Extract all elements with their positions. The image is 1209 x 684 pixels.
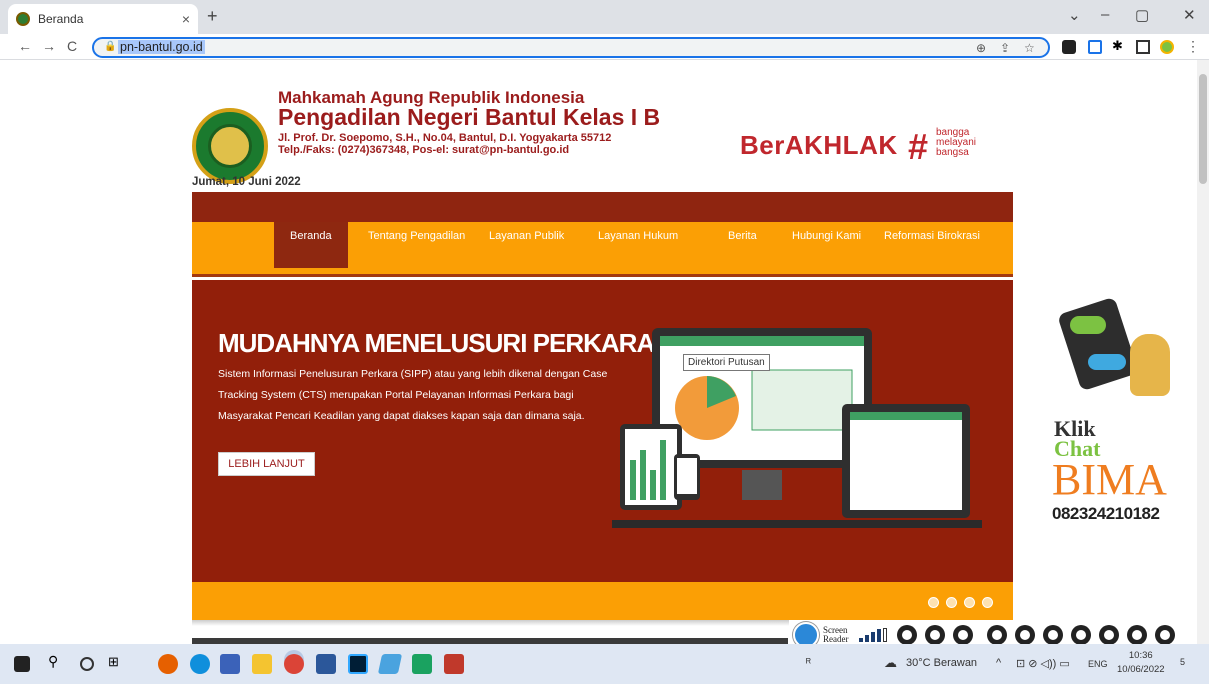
- profile-avatar[interactable]: [1160, 40, 1174, 54]
- url-field[interactable]: 🔒 pn-bantul.go.id ⊕ ⇪ ☆: [92, 37, 1050, 58]
- slider-dot-3[interactable]: [964, 597, 975, 608]
- windows-start-icon[interactable]: [14, 656, 30, 672]
- org-contact: Telp./Faks: (0274)367348, Pos-el: surat@…: [278, 144, 570, 156]
- word-icon[interactable]: [316, 654, 336, 674]
- tab-title: Beranda: [38, 12, 84, 26]
- org-address: Jl. Prof. Dr. Soepomo, S.H., No.04, Bant…: [278, 132, 612, 144]
- phone-icon: [1057, 296, 1139, 392]
- slider-footer: [192, 582, 1013, 620]
- play-icon[interactable]: [897, 625, 917, 644]
- edge-icon[interactable]: [190, 654, 210, 674]
- tray-chevron-icon[interactable]: ^: [996, 657, 1001, 669]
- chrome-icon[interactable]: [284, 654, 304, 674]
- nav-berita[interactable]: Berita: [728, 230, 757, 268]
- nav-reformasi-birokrasi[interactable]: Reformasi Birokrasi: [884, 230, 980, 268]
- font-increase-icon[interactable]: [987, 625, 1007, 644]
- chat-bima-widget[interactable]: Klik Chat BIMA 082324210182: [1048, 296, 1178, 524]
- cortana-icon[interactable]: [80, 657, 94, 671]
- bima-name: BIMA: [1052, 455, 1167, 504]
- sidepanel-icon[interactable]: [1136, 40, 1150, 54]
- file-explorer-icon[interactable]: [252, 654, 272, 674]
- url-text: pn-bantul.go.id: [118, 40, 205, 54]
- tagline: bangga melayani bangsa: [936, 127, 977, 158]
- invert-icon[interactable]: [1155, 625, 1175, 644]
- notification-badge[interactable]: 5: [1180, 657, 1185, 667]
- zoom-icon[interactable]: ⊕: [976, 41, 986, 55]
- slider-dot-1[interactable]: [928, 597, 939, 608]
- weather-text[interactable]: 30°C Berawan: [906, 657, 977, 669]
- app-icon[interactable]: [220, 654, 240, 674]
- tab-beranda[interactable]: Beranda ×: [8, 4, 198, 34]
- app3-icon[interactable]: [444, 654, 464, 674]
- puzzle-icon[interactable]: ✱: [1112, 38, 1126, 53]
- pause-icon[interactable]: [925, 625, 945, 644]
- webpage: Mahkamah Agung Republik Indonesia Pengad…: [0, 60, 1197, 644]
- photoshop-icon[interactable]: [348, 654, 368, 674]
- nav-beranda[interactable]: Beranda: [274, 222, 348, 268]
- share-icon[interactable]: ⇪: [1000, 41, 1010, 55]
- screen-reader-icon[interactable]: [793, 622, 819, 644]
- read-more-button[interactable]: LEBIH LANJUT: [218, 452, 315, 476]
- header-band: [192, 192, 1013, 222]
- language-indicator[interactable]: ENG: [1088, 659, 1108, 669]
- reload-button[interactable]: C: [67, 38, 77, 54]
- tray-icons[interactable]: ⊡ ⊘ ◁)) ▭: [1016, 657, 1070, 670]
- extension-icon[interactable]: [1062, 40, 1076, 54]
- nav-layanan-hukum[interactable]: Layanan Hukum: [598, 230, 678, 268]
- hero-description: Sistem Informasi Penelusuran Perkara (SI…: [218, 368, 608, 422]
- current-date: Jumat, 10 Juni 2022: [192, 176, 301, 188]
- bima-phone: 082324210182: [1052, 504, 1160, 523]
- favicon-icon: [16, 12, 30, 26]
- text-icon[interactable]: [1071, 625, 1091, 644]
- new-tab-button[interactable]: +: [207, 6, 218, 27]
- font-decrease-icon[interactable]: [1015, 625, 1035, 644]
- screen-reader-label: Screen Reader: [823, 625, 849, 644]
- stop-icon[interactable]: [953, 625, 973, 644]
- taskbar: ⚲ ⊞ ᴿ ☁ 30°C Berawan ^ ⊡ ⊘ ◁)) ▭ ENG 10:…: [0, 644, 1209, 684]
- contrast-icon[interactable]: [1099, 625, 1119, 644]
- mascot-icon: [1130, 334, 1170, 396]
- nav-hubungi-kami[interactable]: Hubungi Kami: [792, 230, 861, 268]
- search-icon[interactable]: ⚲: [48, 653, 68, 673]
- cast-icon[interactable]: [1088, 40, 1102, 54]
- font-reset-icon[interactable]: [1043, 625, 1063, 644]
- app2-icon[interactable]: [377, 654, 403, 674]
- clock[interactable]: 10:36 10/06/2022: [1117, 649, 1165, 677]
- tab-close-icon[interactable]: ×: [182, 11, 190, 27]
- nav-tentang-pengadilan[interactable]: Tentang Pengadilan: [368, 230, 465, 268]
- volume-icon[interactable]: [859, 628, 889, 642]
- tooltip-direktori-putusan: Direktori Putusan: [683, 354, 770, 371]
- task-view-icon[interactable]: ⊞: [108, 654, 128, 674]
- people-icon[interactable]: ᴿ: [806, 657, 811, 669]
- maximize-button[interactable]: ▢: [1135, 6, 1149, 24]
- slider-dot-4[interactable]: [982, 597, 993, 608]
- chat-bubble-icon-2: [1088, 354, 1126, 370]
- bookmark-star-icon[interactable]: ☆: [1024, 41, 1035, 55]
- berakhlak-logo: BerAKHLAK: [740, 130, 898, 160]
- cloud-icon: ☁: [884, 655, 897, 670]
- back-button[interactable]: ←: [18, 38, 32, 54]
- menu-icon[interactable]: ⋮: [1186, 38, 1200, 55]
- court-logo: [192, 108, 268, 184]
- main-nav: Beranda Tentang Pengadilan Layanan Publi…: [192, 222, 1013, 277]
- lock-icon: 🔒: [104, 41, 117, 52]
- hero-title: MUDAHNYA MENELUSURI PERKARA: [218, 328, 655, 358]
- grayscale-icon[interactable]: [1127, 625, 1147, 644]
- chat-bubble-icon: [1070, 316, 1106, 334]
- scrollbar[interactable]: [1197, 60, 1209, 644]
- firefox-icon[interactable]: [158, 654, 178, 674]
- slider-dot-2[interactable]: [946, 597, 957, 608]
- forward-button[interactable]: →: [42, 38, 56, 54]
- screen-reader-toolbar: Screen Reader: [789, 620, 1197, 644]
- devices-illustration: [612, 328, 982, 528]
- tab-search-icon[interactable]: ⌄: [1068, 6, 1081, 24]
- network-app-icon[interactable]: [412, 654, 432, 674]
- hash-logo: #: [908, 126, 929, 167]
- nav-layanan-publik[interactable]: Layanan Publik: [489, 230, 564, 268]
- hero-slider: MUDAHNYA MENELUSURI PERKARA Sistem Infor…: [192, 280, 1013, 582]
- close-window-button[interactable]: ✕: [1183, 6, 1196, 24]
- minimize-button[interactable]: –: [1101, 6, 1109, 23]
- org-name: Pengadilan Negeri Bantul Kelas I B: [278, 104, 661, 130]
